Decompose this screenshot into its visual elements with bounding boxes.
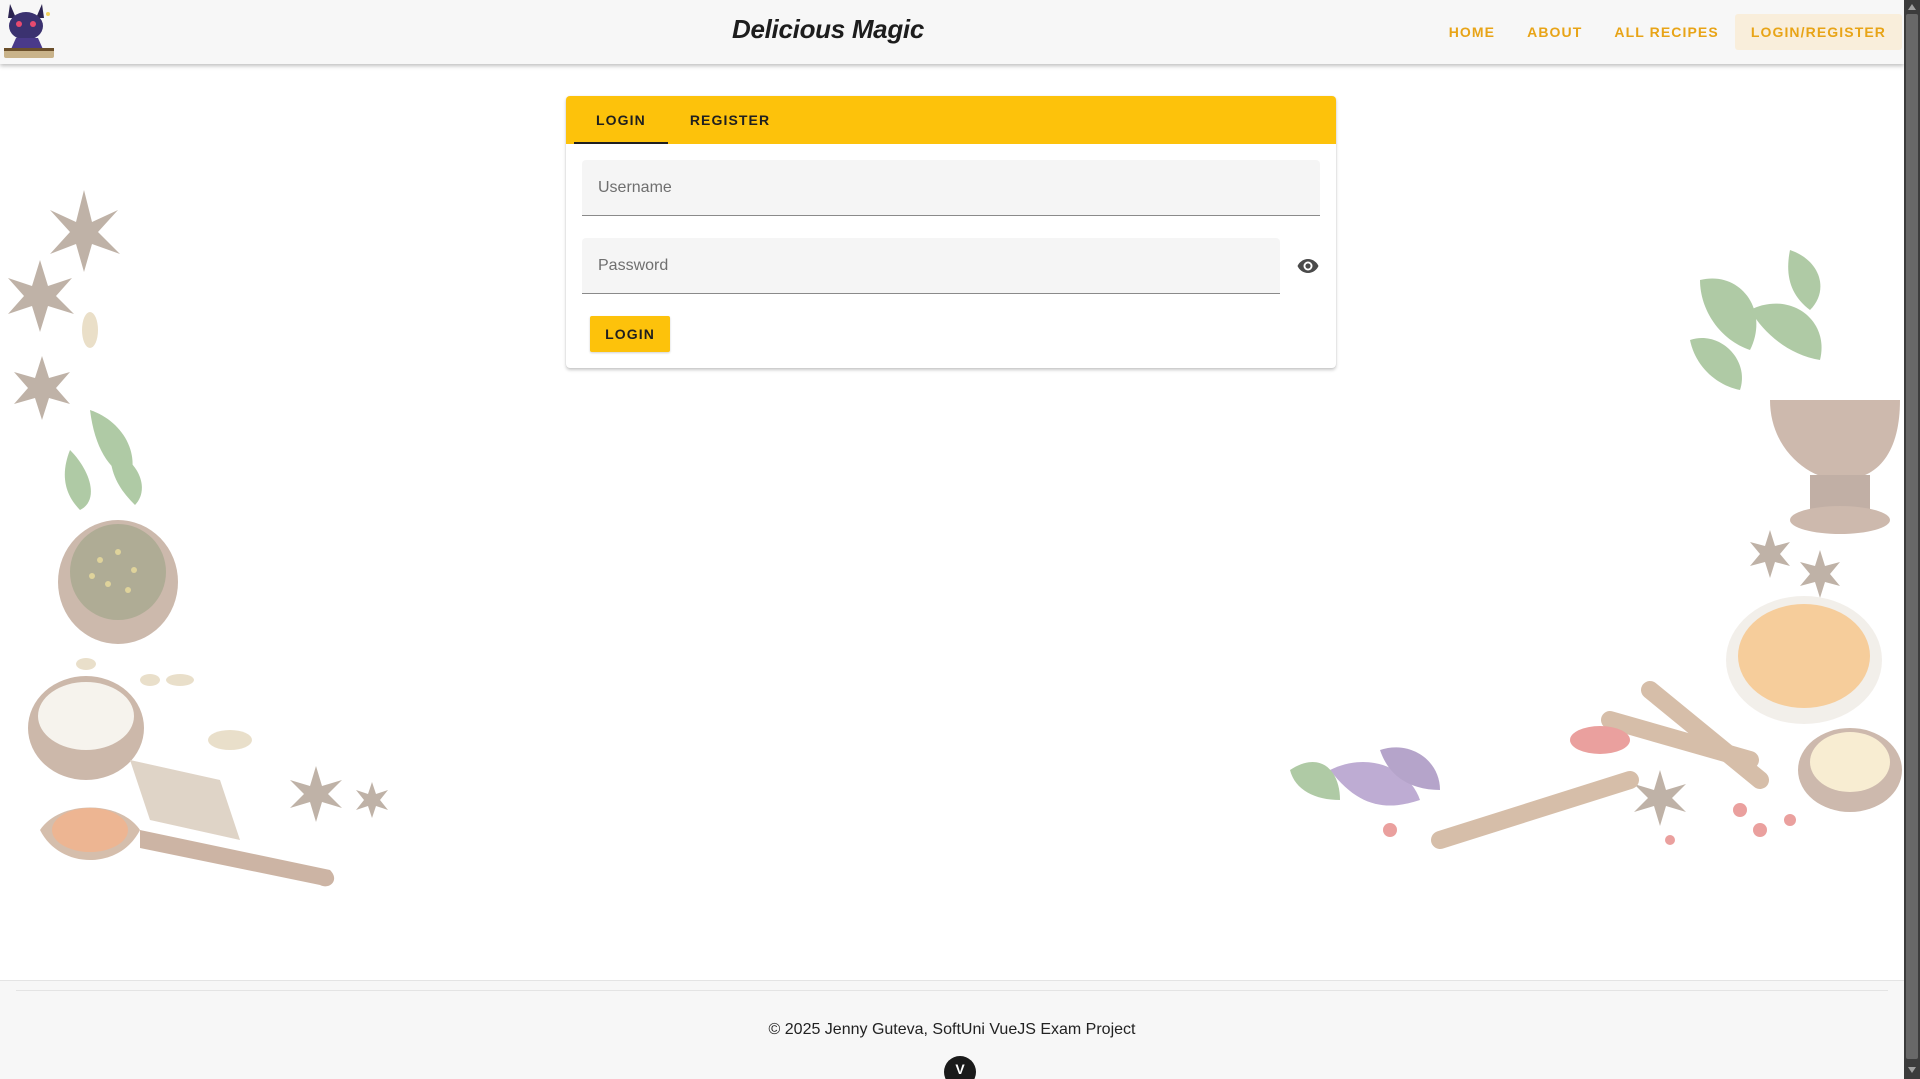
main-nav: HOME ABOUT ALL RECIPES LOGIN/REGISTER xyxy=(1433,14,1902,50)
tab-register[interactable]: REGISTER xyxy=(668,96,792,144)
app-title: Delicious Magic xyxy=(732,14,924,44)
spices-left-illustration xyxy=(8,190,388,887)
footer-copyright: © 2025 Jenny Guteva, SoftUni VueJS Exam … xyxy=(768,1021,1136,1038)
scroll-down-arrow-icon[interactable] xyxy=(1907,1065,1917,1075)
nav-login-register[interactable]: LOGIN/REGISTER xyxy=(1734,14,1902,50)
login-button[interactable]: LOGIN xyxy=(590,316,670,352)
auth-card: LOGIN REGISTER LOGIN xyxy=(566,96,1336,368)
nav-all-recipes[interactable]: ALL RECIPES xyxy=(1598,14,1734,50)
auth-tabs: LOGIN REGISTER xyxy=(566,96,1336,144)
password-field xyxy=(582,238,1280,294)
scrollbar-thumb[interactable] xyxy=(1906,14,1918,1059)
footer-divider xyxy=(16,990,1888,991)
logo-icon[interactable] xyxy=(2,0,62,62)
scrollbar[interactable] xyxy=(1904,0,1920,1079)
tab-login[interactable]: LOGIN xyxy=(574,96,668,144)
nav-home[interactable]: HOME xyxy=(1433,14,1511,50)
eye-icon[interactable] xyxy=(1296,254,1320,278)
username-input[interactable] xyxy=(582,160,1320,215)
password-input[interactable] xyxy=(582,238,1280,293)
scroll-up-arrow-icon[interactable] xyxy=(1907,2,1917,12)
nav-about[interactable]: ABOUT xyxy=(1511,14,1598,50)
spices-right-illustration xyxy=(1290,250,1902,849)
app-bar: Delicious Magic HOME ABOUT ALL RECIPES L… xyxy=(0,0,1904,64)
username-field xyxy=(582,160,1320,216)
